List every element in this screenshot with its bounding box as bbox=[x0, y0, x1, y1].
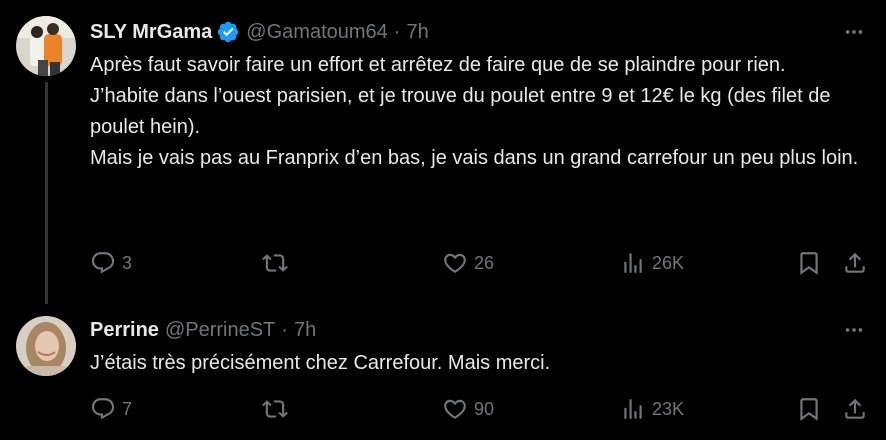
share-button[interactable] bbox=[842, 394, 868, 424]
tweet-line: Mais je vais pas au Franprix d’en bas, j… bbox=[90, 147, 859, 169]
view-count: 23K bbox=[652, 398, 685, 419]
tweet-line: J’étais très précisément chez Carrefour.… bbox=[90, 352, 551, 374]
reply-count: 7 bbox=[122, 398, 133, 419]
bookmark-icon bbox=[800, 398, 818, 421]
bookmark-button[interactable] bbox=[796, 394, 822, 424]
share-icon bbox=[845, 398, 865, 419]
tweet-actions: 3 26 26K bbox=[90, 248, 870, 278]
reply-count: 3 bbox=[122, 252, 133, 273]
more-icon[interactable] bbox=[842, 20, 866, 44]
more-icon[interactable] bbox=[842, 318, 866, 342]
like-icon bbox=[444, 253, 466, 273]
tweet-2[interactable]: Perrine @PerrineST · 7h J’étais très pré… bbox=[0, 304, 886, 440]
avatar[interactable] bbox=[16, 16, 76, 76]
author-name[interactable]: SLY MrGama bbox=[90, 21, 212, 44]
reply-icon bbox=[91, 252, 115, 274]
retweet-icon bbox=[262, 400, 288, 418]
reply-icon bbox=[91, 398, 115, 420]
tweet-line: Après faut savoir faire un effort et arr… bbox=[90, 54, 786, 76]
bookmark-button[interactable] bbox=[796, 248, 822, 278]
share-icon bbox=[845, 252, 865, 273]
tweet-text: Après faut savoir faire un effort et arr… bbox=[90, 50, 870, 174]
author-handle[interactable]: @Gamatoum64 bbox=[246, 21, 387, 44]
retweet-button[interactable] bbox=[262, 248, 294, 278]
timestamp[interactable]: 7h bbox=[294, 319, 316, 342]
like-button[interactable]: 90 bbox=[442, 394, 494, 424]
tweet-header: SLY MrGama @Gamatoum64 · 7h bbox=[90, 18, 429, 46]
reply-button[interactable]: 7 bbox=[90, 394, 132, 424]
separator: · bbox=[281, 318, 288, 341]
view-count: 26K bbox=[652, 252, 685, 273]
author-name[interactable]: Perrine bbox=[90, 319, 159, 342]
reply-button[interactable]: 3 bbox=[90, 248, 132, 278]
avatar[interactable] bbox=[16, 316, 76, 376]
views-icon bbox=[624, 253, 642, 273]
like-button[interactable]: 26 bbox=[442, 248, 494, 278]
tweet-actions: 7 90 23K bbox=[90, 394, 870, 424]
retweet-icon bbox=[262, 254, 288, 272]
tweet-1[interactable]: SLY MrGama @Gamatoum64 · 7h Après faut s… bbox=[0, 0, 886, 304]
thread-line bbox=[45, 82, 48, 304]
retweet-button[interactable] bbox=[262, 394, 294, 424]
views-icon bbox=[624, 399, 642, 419]
like-count: 26 bbox=[474, 252, 495, 273]
like-count: 90 bbox=[474, 398, 495, 419]
tweet-header: Perrine @PerrineST · 7h bbox=[90, 316, 316, 344]
tweet-text: J’étais très précisément chez Carrefour.… bbox=[90, 348, 870, 379]
separator: · bbox=[393, 20, 401, 43]
bookmark-icon bbox=[800, 252, 818, 275]
share-button[interactable] bbox=[842, 248, 868, 278]
like-icon bbox=[444, 399, 466, 419]
views-button[interactable]: 23K bbox=[620, 394, 684, 424]
views-button[interactable]: 26K bbox=[620, 248, 684, 278]
verified-badge-icon bbox=[216, 20, 240, 44]
tweet-line: J’habite dans l’ouest parisien, et je tr… bbox=[90, 85, 831, 138]
timestamp[interactable]: 7h bbox=[406, 21, 428, 44]
author-handle[interactable]: @PerrineST bbox=[165, 319, 275, 342]
